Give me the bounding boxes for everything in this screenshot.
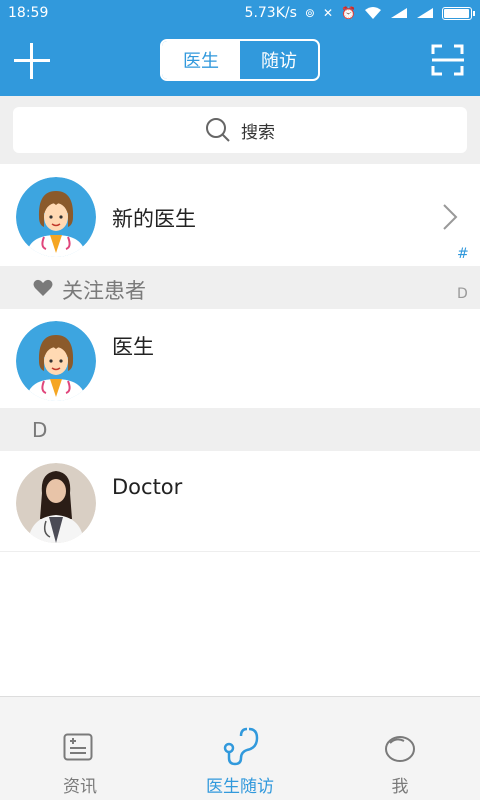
nav-bar: 医生 随访 <box>0 26 480 96</box>
contact-name: 医生 <box>112 335 154 359</box>
tab-news[interactable]: 资讯 <box>0 724 160 800</box>
section-header-d: D <box>0 408 480 451</box>
contact-row-doctor-en[interactable]: Doctor <box>0 451 480 552</box>
signal-icon-2 <box>417 8 433 18</box>
heart-icon <box>33 279 53 296</box>
signal-icon <box>391 8 407 18</box>
status-time: 18:59 <box>8 5 49 21</box>
doctor-photo-avatar <box>16 463 96 543</box>
tab-label: 资讯 <box>63 777 97 797</box>
network-speed: 5.73K/s <box>244 5 297 21</box>
alarm-icon: ⏰ <box>341 6 356 20</box>
tab-label: 医生随访 <box>206 777 274 797</box>
contact-name: Doctor <box>112 475 183 499</box>
chevron-right-icon <box>443 204 458 230</box>
search-input[interactable]: 搜索 <box>13 107 467 153</box>
tab-me[interactable]: 我 <box>320 724 480 800</box>
tab-label: 我 <box>391 777 409 797</box>
wifi-icon <box>365 7 381 19</box>
new-doctor-label: 新的医生 <box>112 207 196 231</box>
search-bar: 搜索 <box>0 96 480 164</box>
new-doctor-row[interactable]: 新的医生 <box>0 165 480 266</box>
section-title: D <box>32 418 48 442</box>
me-icon <box>385 736 415 762</box>
tab-followup[interactable]: 随访 <box>240 41 318 79</box>
mute-icon: ✕ <box>322 6 334 20</box>
scan-icon[interactable] <box>431 43 465 77</box>
section-title: 关注患者 <box>62 279 146 303</box>
news-icon <box>63 733 93 761</box>
tab-doctor[interactable]: 医生 <box>162 41 240 79</box>
contact-row-doctor[interactable]: 医生 <box>0 309 480 408</box>
segment-control: 医生 随访 <box>160 39 320 81</box>
tab-doctor-followup[interactable]: 医生随访 <box>160 724 320 800</box>
stethoscope-icon <box>223 727 259 766</box>
battery-icon <box>442 6 475 20</box>
sync-icon: ⊚ <box>304 6 315 20</box>
doctor-cartoon-avatar <box>16 321 96 401</box>
search-icon <box>206 118 230 142</box>
section-header-followed: 关注患者 <box>0 266 480 309</box>
doctor-cartoon-avatar <box>16 177 96 257</box>
status-bar: 18:59 5.73K/s ⊚ ✕ ⏰ <box>0 0 480 26</box>
battery-level <box>444 8 470 18</box>
index-letter-hash[interactable]: # <box>457 246 469 262</box>
status-icons: 5.73K/s ⊚ ✕ ⏰ <box>244 5 475 21</box>
index-letter-d[interactable]: D <box>457 286 468 302</box>
add-icon[interactable] <box>14 43 50 79</box>
search-placeholder: 搜索 <box>241 122 275 143</box>
